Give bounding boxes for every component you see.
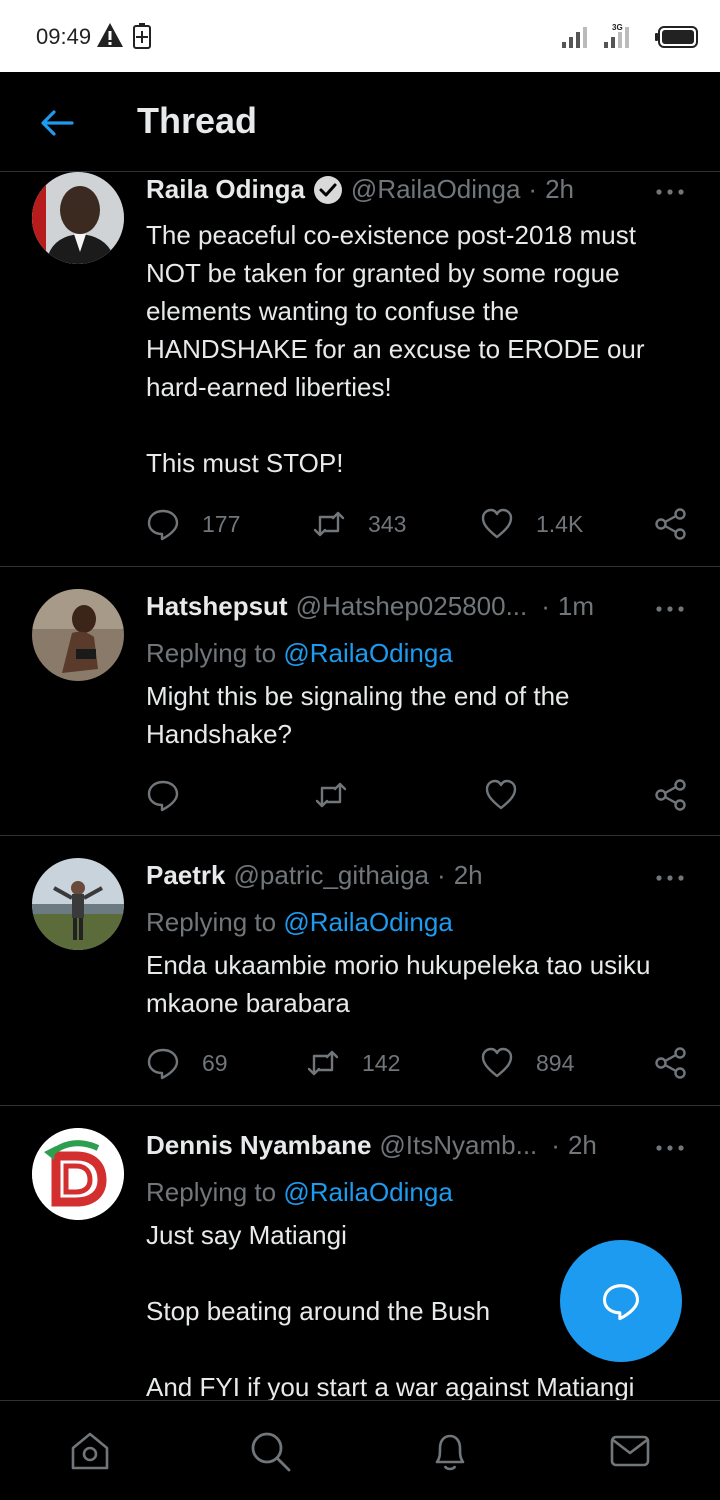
dot-separator: · [551, 1130, 560, 1160]
avatar[interactable] [32, 172, 124, 264]
like-button[interactable]: 894 [480, 1043, 574, 1083]
signal-strength-icon: 3G [562, 23, 629, 48]
like-button[interactable]: 1.4K [480, 504, 583, 544]
reply-icon [147, 780, 179, 812]
avatar[interactable] [32, 858, 124, 950]
compose-reply-icon [603, 1284, 639, 1321]
bell-icon [435, 1434, 465, 1471]
more-dots-icon[interactable] [654, 868, 686, 888]
share-button[interactable] [654, 1043, 688, 1083]
avatar-photo-image [32, 589, 124, 681]
like-button[interactable] [484, 775, 518, 815]
status-bar: 09:49 3G [0, 0, 720, 72]
replying-to-mention[interactable]: @RailaOdinga [283, 1177, 452, 1207]
nav-notifications-button[interactable] [424, 1425, 476, 1477]
replying-to: Replying to @RailaOdinga [146, 638, 453, 669]
tweet-timestamp: 2h [545, 174, 574, 204]
share-icon [655, 508, 686, 540]
replying-to: Replying to @RailaOdinga [146, 1177, 453, 1208]
avatar-photo-image [32, 858, 124, 950]
retweet-icon [315, 782, 347, 808]
share-icon [655, 1047, 686, 1079]
reply-tweet[interactable]: Hatshepsut @Hatshep025800... · 1m Replyi… [0, 567, 720, 836]
nav-search-button[interactable] [244, 1425, 296, 1477]
share-icon [655, 779, 686, 811]
reply-button[interactable]: 177 [146, 504, 240, 544]
tweet-author-name[interactable]: Hatshepsut [146, 591, 288, 622]
arrow-left-icon [41, 110, 74, 136]
search-icon [251, 1432, 291, 1472]
top-app-bar: Thread [0, 72, 720, 172]
heart-icon [481, 1047, 513, 1078]
tweet-author-handle[interactable]: @RailaOdinga [351, 174, 520, 205]
compose-reply-button[interactable] [560, 1240, 682, 1362]
avatar[interactable] [32, 589, 124, 681]
replying-to-label: Replying to [146, 907, 277, 937]
network-type-label: 3G [612, 23, 623, 32]
bottom-navigation [0, 1400, 720, 1500]
tweet-actions: 177 343 1.4K [146, 504, 690, 544]
reply-button[interactable] [146, 775, 180, 815]
reply-tweet[interactable]: Paetrk @patric_githaiga · 2h Replying to… [0, 836, 720, 1106]
retweet-button[interactable]: 343 [312, 504, 406, 544]
tweet-author-handle[interactable]: @Hatshep025800... [296, 591, 528, 622]
retweet-button[interactable]: 142 [306, 1043, 400, 1083]
tweet-author-name[interactable]: Raila Odinga [146, 174, 305, 205]
tweet-timestamp: 2h [567, 1130, 597, 1160]
avatar-portrait-image [32, 172, 124, 264]
more-dots-icon[interactable] [654, 599, 686, 619]
like-count: 894 [536, 1049, 575, 1076]
main-tweet[interactable]: Raila Odinga @RailaOdinga · 2h The peace… [0, 172, 720, 567]
replying-to-label: Replying to [146, 1177, 277, 1207]
dot-separator: · [437, 860, 446, 890]
replying-to-mention[interactable]: @RailaOdinga [283, 638, 452, 668]
tweet-actions [146, 775, 690, 815]
heart-icon [481, 508, 513, 539]
avatar-logo-image [32, 1128, 124, 1220]
share-button[interactable] [654, 775, 688, 815]
tweet-text: The peaceful co-existence post-2018 must… [146, 220, 645, 478]
battery-icon [655, 26, 698, 48]
verified-badge-icon [313, 175, 342, 204]
tweet-author-handle[interactable]: @patric_githaiga [234, 860, 430, 891]
dot-separator: · [528, 174, 538, 204]
warning-icon [97, 23, 123, 47]
reply-count: 69 [202, 1049, 228, 1076]
more-dots-icon[interactable] [654, 1138, 686, 1158]
tweet-actions: 69 142 894 [146, 1043, 690, 1083]
retweet-icon [307, 1050, 339, 1076]
tweet-text: Enda ukaambie morio hukupeleka tao usiku… [146, 950, 651, 1018]
tweet-author-name[interactable]: Dennis Nyambane [146, 1130, 371, 1161]
retweet-icon [313, 511, 345, 537]
share-button[interactable] [654, 504, 688, 544]
tweet-text: Might this be signaling the end of the H… [146, 681, 570, 749]
home-icon [71, 1432, 109, 1470]
reply-count: 177 [202, 510, 241, 537]
back-button[interactable] [34, 100, 80, 146]
replying-to-mention[interactable]: @RailaOdinga [283, 907, 452, 937]
nav-home-button[interactable] [64, 1425, 116, 1477]
dot-separator: · [541, 591, 550, 621]
reply-icon [147, 1048, 179, 1080]
status-time: 09:49 [36, 24, 92, 49]
page-title: Thread [137, 100, 258, 141]
tweet-timestamp: 2h [453, 860, 483, 890]
retweet-count: 142 [362, 1049, 401, 1076]
replying-to-label: Replying to [146, 638, 277, 668]
reply-button[interactable]: 69 [146, 1043, 228, 1083]
reply-icon [147, 509, 179, 541]
retweet-button[interactable] [314, 775, 348, 815]
like-count: 1.4K [536, 510, 584, 537]
battery-saver-icon [133, 23, 151, 49]
more-dots-icon[interactable] [654, 182, 686, 202]
nav-messages-button[interactable] [604, 1425, 656, 1477]
heart-icon [485, 779, 517, 810]
mail-icon [610, 1435, 650, 1467]
avatar[interactable] [32, 1128, 124, 1220]
tweet-author-name[interactable]: Paetrk [146, 860, 226, 891]
tweet-author-handle[interactable]: @ItsNyamb... [379, 1130, 537, 1161]
replying-to: Replying to @RailaOdinga [146, 907, 453, 938]
tweet-timestamp: 1m [557, 591, 595, 621]
retweet-count: 343 [368, 510, 407, 537]
